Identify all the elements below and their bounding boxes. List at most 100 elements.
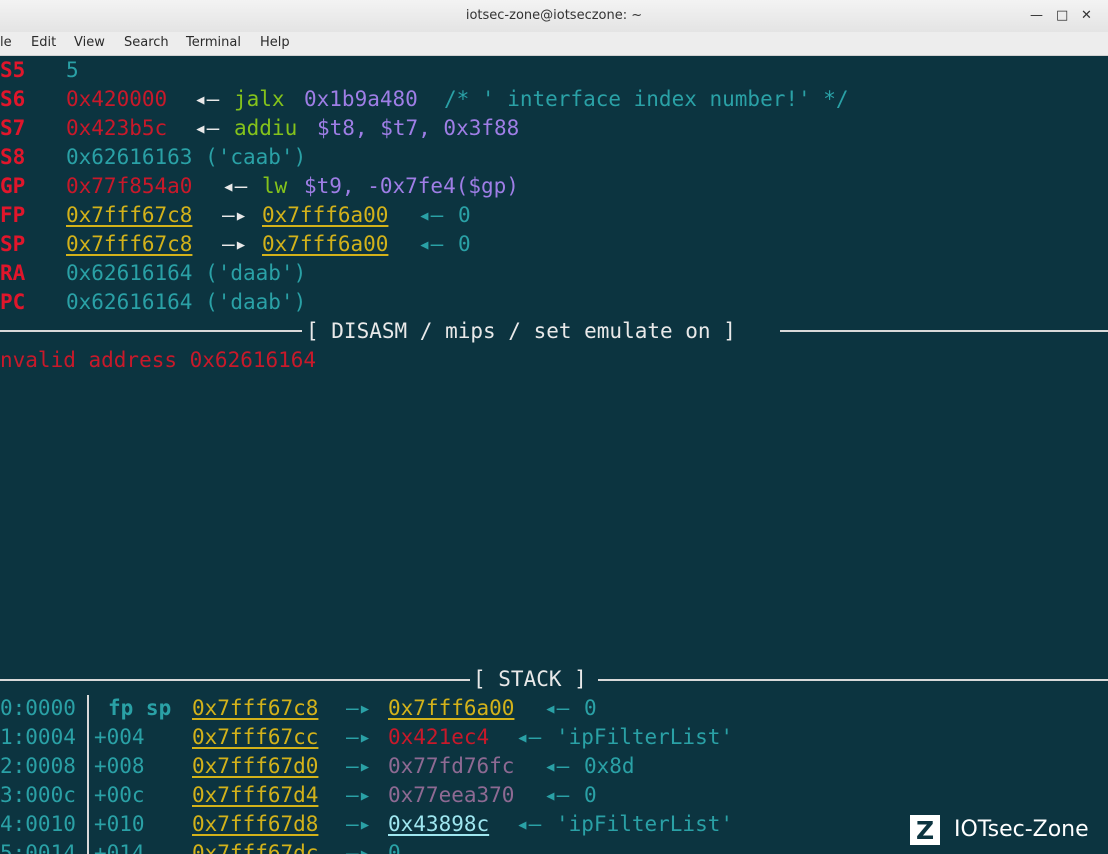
arrow-right-icon: —▸ [222,232,248,256]
logo-mark-letter: Z [916,816,935,845]
arrow-left-icon: ◂— [516,725,542,749]
stack-column-separator [87,695,89,854]
arrow-left-icon: ◂— [544,696,570,720]
register-value: 0x423b5c [66,116,168,140]
divider [780,330,1108,332]
stack-row: 5:0014 +014 0x7fff67dc —▸ 0 [0,839,401,854]
arrow-left-icon: ◂— [222,174,248,198]
register-value: 0x420000 [66,87,168,111]
stack-end-value: 0 [584,696,597,720]
stack-value: 0x77eea370 [388,783,515,807]
stack-end-value: 'ipFilterList' [556,812,734,836]
register-row: PC 0x62616164 ('daab') [0,288,306,317]
stack-header-row: [ STACK ] [0,665,587,694]
stack-address: 0x7fff67d8 [192,812,319,836]
stack-row: 2:0008 +008 0x7fff67d0 —▸ 0x77fd76fc ◂— … [0,752,635,781]
stack-value: 0 [388,841,401,854]
stack-index: 3:000c [0,783,76,807]
logo-mark: Z [910,815,940,845]
stack-index: 2:0008 [0,754,76,778]
arrow-right-icon: —▸ [346,754,372,778]
divider [0,679,470,681]
pointer-target: 0x7fff6a00 [262,203,389,227]
stack-row: 1:0004 +004 0x7fff67cc —▸ 0x421ec4 ◂— 'i… [0,723,733,752]
stack-value: 0x43898c [388,812,490,836]
instruction-mnemonic: addiu [234,116,298,140]
close-icon[interactable]: ✕ [1081,8,1092,24]
stack-end-value: 'ipFilterList' [556,725,734,749]
pointer-target: 0x7fff6a00 [262,232,389,256]
stack-index: 5:0014 [0,841,76,854]
instruction-operand: $t9, -0x7fe4($gp) [304,174,519,198]
arrow-right-icon: —▸ [346,696,372,720]
disasm-error: nvalid address 0x62616164 [0,348,317,372]
instruction-mnemonic: lw [262,174,288,198]
arrow-left-icon: ◂— [544,754,570,778]
minimize-icon[interactable]: — [1030,8,1043,24]
register-row: GP 0x77f854a0 ◂— lw $t9, -0x7fe4($gp) [0,172,519,201]
title-bar: iotsec-zone@iotseczone: ~ — □ ✕ [0,0,1108,33]
register-value: 0x62616163 ('caab') [66,145,307,169]
stack-address: 0x7fff67c8 [192,696,319,720]
stack-offset: +010 [94,812,145,836]
stack-offset: +008 [94,754,145,778]
register-row: SP 0x7fff67c8 —▸ 0x7fff6a00 ◂— 0 [0,230,471,259]
stack-index: 4:0010 [0,812,76,836]
menu-file[interactable]: le [0,35,12,50]
arrow-left-icon: ◂— [418,203,444,227]
pointer-end-value: 0 [458,203,471,227]
stack-value: 0x7fff6a00 [388,696,515,720]
watermark-logo: Z IOTsec-Zone [908,813,1108,849]
arrow-right-icon: —▸ [346,783,372,807]
register-value: 0x62616164 ('daab') [66,290,307,314]
instruction-operand: $t8, $t7, 0x3f88 [317,116,520,140]
stack-offset: fp sp [108,696,172,720]
register-value: 0x7fff67c8 [66,232,193,256]
stack-row: 3:000c +00c 0x7fff67d4 —▸ 0x77eea370 ◂— … [0,781,597,810]
arrow-left-icon: ◂— [544,783,570,807]
maximize-icon[interactable]: □ [1056,8,1068,24]
register-row: RA 0x62616164 ('daab') [0,259,306,288]
arrow-left-icon: ◂— [516,812,542,836]
register-row: S8 0x62616163 ('caab') [0,143,306,172]
stack-row: 0:0000 fp sp 0x7fff67c8 —▸ 0x7fff6a00 ◂—… [0,694,597,723]
disasm-header-row: [ DISASM / mips / set emulate on ] [0,317,736,346]
stack-end-value: 0x8d [584,754,635,778]
divider [598,679,1108,681]
stack-offset: +004 [94,725,145,749]
register-name: FP [0,203,26,227]
stack-index: 1:0004 [0,725,76,749]
register-value: 5 [66,58,79,82]
register-name: S5 [0,58,26,82]
stack-index: 0:0000 [0,696,76,720]
logo-text: IOTsec-Zone [954,817,1089,842]
stack-value: 0x421ec4 [388,725,490,749]
stack-end-value: 0 [584,783,597,807]
register-name: RA [0,261,26,285]
stack-offset: +014 [94,841,145,854]
register-row: FP 0x7fff67c8 —▸ 0x7fff6a00 ◂— 0 [0,201,471,230]
register-value: 0x7fff67c8 [66,203,193,227]
menu-bar: le Edit View Search Terminal Help [0,32,1108,56]
arrow-left-icon: ◂— [418,232,444,256]
arrow-right-icon: —▸ [346,812,372,836]
instruction-comment: /* ' interface index number!' */ [444,87,849,111]
stack-header: [ STACK ] [473,667,587,691]
stack-value: 0x77fd76fc [388,754,515,778]
register-name: GP [0,174,26,198]
menu-search[interactable]: Search [124,35,169,50]
register-value: 0x62616164 ('daab') [66,261,307,285]
terminal-output[interactable]: S5 5 S6 0x420000 ◂— jalx 0x1b9a480 /* ' … [0,55,1108,854]
register-name: SP [0,232,26,256]
arrow-right-icon: —▸ [346,725,372,749]
stack-row: 4:0010 +010 0x7fff67d8 —▸ 0x43898c ◂— 'i… [0,810,733,839]
stack-address: 0x7fff67d4 [192,783,319,807]
stack-address: 0x7fff67dc [192,841,319,854]
menu-terminal[interactable]: Terminal [186,35,241,50]
stack-offset: +00c [94,783,145,807]
menu-help[interactable]: Help [260,35,290,50]
instruction-operand: 0x1b9a480 [304,87,418,111]
register-row: S6 0x420000 ◂— jalx 0x1b9a480 /* ' inter… [0,85,849,114]
menu-edit[interactable]: Edit [31,35,56,50]
menu-view[interactable]: View [74,35,105,50]
